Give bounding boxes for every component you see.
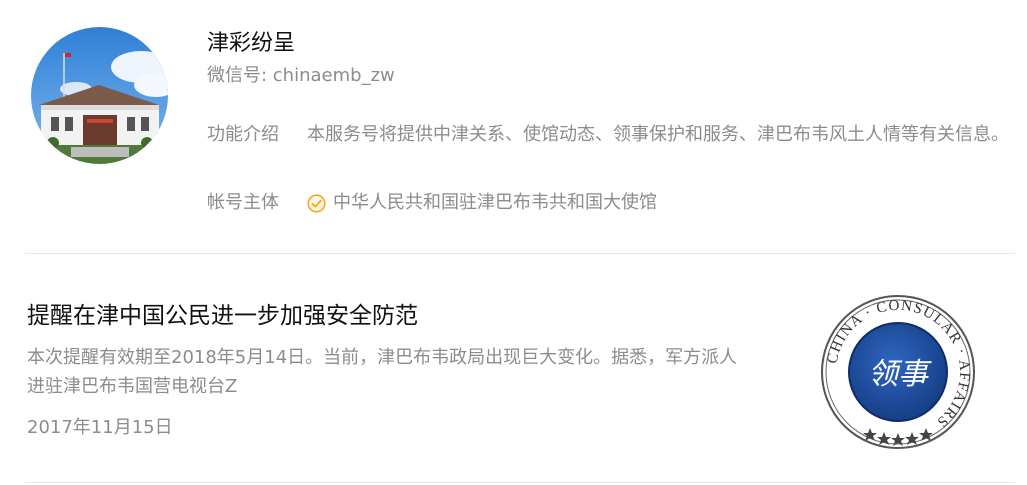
article-card[interactable]: 提醒在津中国公民进一步加强安全防范 本次提醒有效期至2018年5月14日。当前，… <box>0 254 1027 482</box>
owner-text: 中华人民共和国驻津巴布韦共和国大使馆 <box>333 192 657 213</box>
owner-label: 帐号主体 <box>207 192 279 213</box>
article-title[interactable]: 提醒在津中国公民进一步加强安全防范 <box>27 300 418 332</box>
article-date: 2017年11月15日 <box>27 417 173 438</box>
logo-center-text: 领事 <box>868 357 932 392</box>
section-divider <box>25 482 1015 483</box>
verified-check-icon <box>307 193 326 213</box>
intro-text: 本服务号将提供中津关系、使馆动态、领事保护和服务、津巴布韦风土人情等有关信息。 <box>307 124 1009 145</box>
owner-entity[interactable]: 中华人民共和国驻津巴布韦共和国大使馆 <box>307 189 657 217</box>
account-profile: 津彩纷呈 微信号: chinaemb_zw 功能介绍 本服务号将提供中津关系、使… <box>0 0 1027 254</box>
intro-label: 功能介绍 <box>207 124 279 145</box>
wechat-id: 微信号: chinaemb_zw <box>207 65 395 86</box>
consular-affairs-logo: CHINA · CONSULAR · AFFAIRS 领事 <box>821 295 975 449</box>
account-avatar[interactable] <box>31 27 168 164</box>
article-summary: 本次提醒有效期至2018年5月14日。当前，津巴布韦政局出现巨大变化。据悉，军方… <box>27 347 738 397</box>
embassy-building-image <box>31 27 168 164</box>
account-name: 津彩纷呈 <box>207 31 296 56</box>
article-thumbnail[interactable]: CHINA · CONSULAR · AFFAIRS 领事 <box>818 292 978 452</box>
